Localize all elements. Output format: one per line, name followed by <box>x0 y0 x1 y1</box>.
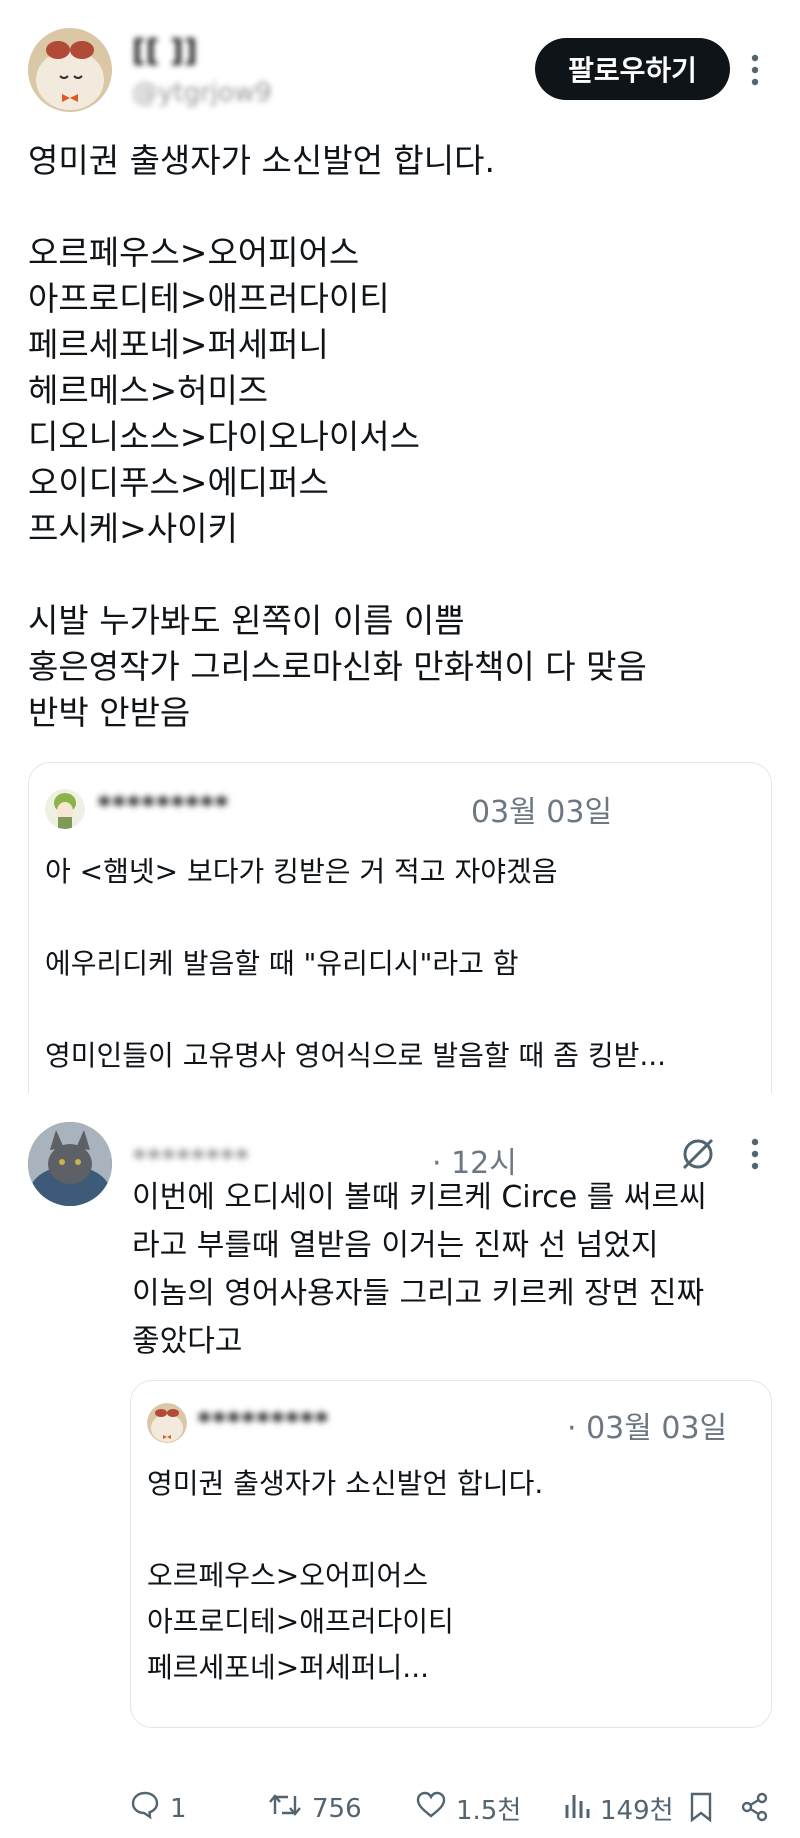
post-line: 아프로디테>애프러다이티 <box>28 279 390 318</box>
reply-line: 좋았다고 <box>132 1324 243 1359</box>
author-handle[interactable]: @ytgrjow9 <box>132 78 272 108</box>
post-line: 영미권 출생자가 소신발언 합니다. <box>28 141 495 180</box>
quoted-line: 아프로디테>애프러다이티 <box>147 1605 454 1638</box>
post-line: 시발 누가봐도 왼쪽이 이름 이쁨 <box>28 601 465 640</box>
quoted-post-date: · 03월 03일 <box>567 1411 728 1446</box>
grok-slash-icon[interactable] <box>678 1134 718 1174</box>
quoted-post-card[interactable]: ********* 03월 03일 아 <햄넷> 보다가 킹받은 거 적고 자야… <box>28 762 772 1093</box>
post-line: 반박 안받음 <box>28 693 191 732</box>
post-text: 영미권 출생자가 소신발언 합니다. 오르페우스>오어피어스 아프로디테>애프러… <box>28 138 647 736</box>
retweet-count: 756 <box>312 1793 362 1824</box>
quoted-line: 영미인들이 고유명사 영어식으로 발음할 때 좀 킹받... <box>45 1039 667 1072</box>
post-line <box>28 552 647 598</box>
quoted-line: 아 <햄넷> 보다가 킹받은 거 적고 자야겠음 <box>45 855 558 888</box>
like-count: 1.5천 <box>456 1796 522 1826</box>
quoted-line <box>147 1507 543 1553</box>
reply-line: 이번에 오디세이 볼때 키르케 Circe 를 써르씨 <box>132 1180 707 1215</box>
quoted-post-text: 영미권 출생자가 소신발언 합니다. 오르페우스>오어피어스 아프로디테>애프러… <box>147 1461 543 1691</box>
follow-button[interactable]: 팔로우하기 <box>535 38 730 100</box>
quoted-post-text: 아 <햄넷> 보다가 킹받은 거 적고 자야겠음 에우리디케 발음할 때 "유리… <box>45 849 666 1079</box>
replier-name[interactable]: ******** <box>132 1142 249 1175</box>
more-vertical-icon[interactable] <box>748 52 762 88</box>
post-line: 오르페우스>오어피어스 <box>28 233 360 272</box>
post-line: 홍은영작가 그리스로마신화 만화책이 다 맞음 <box>28 647 647 686</box>
quoted-line <box>45 987 666 1033</box>
views-action[interactable]: 149천 <box>564 1790 674 1827</box>
share-icon[interactable] <box>740 1792 770 1822</box>
quoted-line: 페르세포네>퍼세퍼니... <box>147 1651 430 1684</box>
follow-button-label: 팔로우하기 <box>568 54 697 87</box>
quoted-line: 영미권 출생자가 소신발언 합니다. <box>147 1467 544 1500</box>
retweet-icon <box>268 1790 302 1827</box>
post-line: 디오니소스>다이오나이서스 <box>28 417 420 456</box>
quoted-author-avatar <box>45 789 85 829</box>
post-line: 헤르메스>허미즈 <box>28 371 269 410</box>
post-line <box>28 184 647 230</box>
post-line: 프시케>사이키 <box>28 509 238 548</box>
views-bar-icon <box>564 1791 590 1826</box>
reply-count: 1 <box>170 1793 187 1824</box>
post-line: 페르세포네>퍼세퍼니 <box>28 325 329 364</box>
reply-line: 라고 부를때 열받음 이거는 진짜 선 넘었지 <box>132 1228 659 1263</box>
reply-text: 이번에 오디세이 볼때 키르케 Circe 를 써르씨 라고 부를때 열받음 이… <box>132 1174 707 1366</box>
reply-line: 이놈의 영어사용자들 그리고 키르케 장면 진짜 <box>132 1276 705 1311</box>
quoted-author-name: ********* <box>197 1405 329 1438</box>
quoted-line: 에우리디케 발음할 때 "유리디시"라고 함 <box>45 947 519 980</box>
quoted-line: 오르페우스>오어피어스 <box>147 1559 429 1592</box>
quoted-author-name: ********* <box>97 789 229 822</box>
replier-avatar[interactable] <box>28 1122 112 1206</box>
quoted-author-avatar <box>147 1403 187 1443</box>
heart-icon <box>416 1791 446 1826</box>
views-count: 149천 <box>600 1796 674 1826</box>
quoted-post-card[interactable]: ********* · 03월 03일 영미권 출생자가 소신발언 합니다. 오… <box>130 1380 772 1728</box>
retweet-action[interactable]: 756 <box>268 1790 362 1827</box>
quoted-post-date: 03월 03일 <box>471 795 613 830</box>
like-action[interactable]: 1.5천 <box>416 1790 521 1827</box>
reply-action[interactable]: 1 <box>130 1790 187 1827</box>
quoted-line <box>45 895 666 941</box>
more-vertical-icon[interactable] <box>748 1136 762 1172</box>
bookmark-icon[interactable] <box>688 1792 714 1823</box>
author-avatar[interactable] <box>28 28 112 112</box>
author-display-name[interactable]: [[ ]] <box>132 34 197 69</box>
reply-bubble-icon <box>130 1790 160 1827</box>
post-line: 오이디푸스>에디퍼스 <box>28 463 329 502</box>
